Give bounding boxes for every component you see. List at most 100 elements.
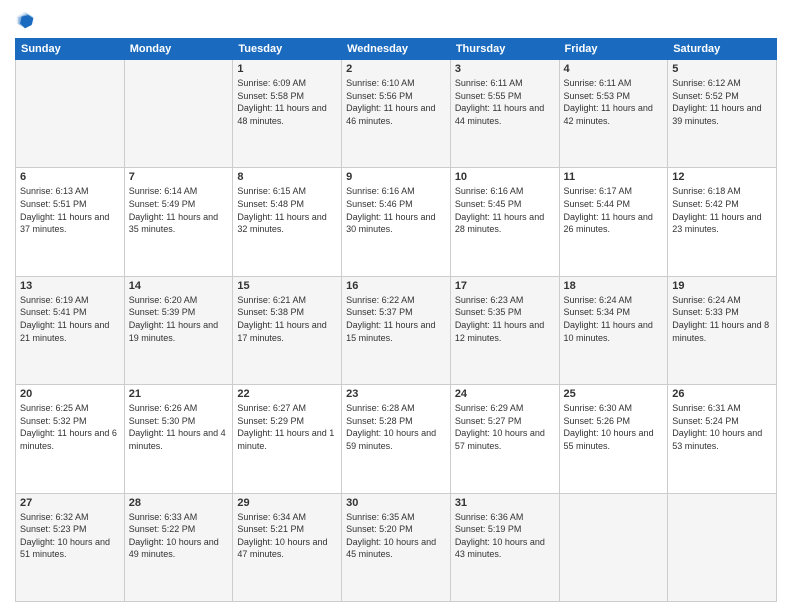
- header-row: SundayMondayTuesdayWednesdayThursdayFrid…: [16, 39, 777, 60]
- page: SundayMondayTuesdayWednesdayThursdayFrid…: [0, 0, 792, 612]
- day-number: 10: [455, 171, 555, 183]
- day-number: 27: [20, 497, 120, 509]
- calendar-cell: 8 Sunrise: 6:15 AM Sunset: 5:48 PM Daylig…: [233, 168, 342, 276]
- day-header-monday: Monday: [124, 39, 233, 60]
- day-number: 9: [346, 171, 446, 183]
- day-number: 14: [129, 280, 229, 292]
- header: [15, 10, 777, 30]
- day-number: 29: [237, 497, 337, 509]
- day-number: 11: [564, 171, 664, 183]
- logo: [15, 10, 39, 30]
- logo-icon: [15, 10, 35, 30]
- day-number: 16: [346, 280, 446, 292]
- calendar-cell: 2Sunrise: 6:10 AM Sunset: 5:56 PM Daylig…: [342, 60, 451, 168]
- cell-info: Sunrise: 6:36 AM Sunset: 5:19 PM Dayligh…: [455, 511, 555, 561]
- cell-info: Sunrise: 6:23 AM Sunset: 5:35 PM Dayligh…: [455, 294, 555, 344]
- day-number: 18: [564, 280, 664, 292]
- day-header-sunday: Sunday: [16, 39, 125, 60]
- calendar-cell: 4Sunrise: 6:11 AM Sunset: 5:53 PM Daylig…: [559, 60, 668, 168]
- day-header-tuesday: Tuesday: [233, 39, 342, 60]
- week-row: 1 Sunrise: 6:09 AM Sunset: 5:58 PM Daylig…: [16, 60, 777, 168]
- calendar-cell: 13 Sunrise: 6:19 AM Sunset: 5:41 PM Dayli…: [16, 276, 125, 384]
- cell-info: Sunrise: 6:19 AM Sunset: 5:41 PM Dayligh…: [20, 294, 120, 344]
- calendar-cell: 9 Sunrise: 6:16 AM Sunset: 5:46 PM Daylig…: [342, 168, 451, 276]
- calendar-cell: 26Sunrise: 6:31 AM Sunset: 5:24 PM Dayli…: [668, 385, 777, 493]
- cell-info: Sunrise: 6:34 AM Sunset: 5:21 PM Dayligh…: [237, 511, 337, 561]
- cell-info: Sunrise: 6:33 AM Sunset: 5:22 PM Dayligh…: [129, 511, 229, 561]
- day-number: 3: [455, 63, 555, 75]
- cell-info: Sunrise: 6:24 AM Sunset: 5:34 PM Dayligh…: [564, 294, 664, 344]
- day-number: 31: [455, 497, 555, 509]
- cell-info: Sunrise: 6:13 AM Sunset: 5:51 PM Dayligh…: [20, 185, 120, 235]
- day-number: 12: [672, 171, 772, 183]
- cell-info: Sunrise: 6:28 AM Sunset: 5:28 PM Dayligh…: [346, 402, 446, 452]
- cell-info: Sunrise: 6:30 AM Sunset: 5:26 PM Dayligh…: [564, 402, 664, 452]
- cell-info: Sunrise: 6:29 AM Sunset: 5:27 PM Dayligh…: [455, 402, 555, 452]
- cell-info: Sunrise: 6:16 AM Sunset: 5:46 PM Dayligh…: [346, 185, 446, 235]
- calendar-cell: 11 Sunrise: 6:17 AM Sunset: 5:44 PM Dayli…: [559, 168, 668, 276]
- day-number: 8: [237, 171, 337, 183]
- calendar-cell: 18 Sunrise: 6:24 AM Sunset: 5:34 PM Dayli…: [559, 276, 668, 384]
- day-number: 19: [672, 280, 772, 292]
- calendar-cell: 15 Sunrise: 6:21 AM Sunset: 5:38 PM Dayli…: [233, 276, 342, 384]
- calendar-cell: [16, 60, 125, 168]
- day-header-thursday: Thursday: [450, 39, 559, 60]
- cell-info: Sunrise: 6:18 AM Sunset: 5:42 PM Dayligh…: [672, 185, 772, 235]
- cell-info: Sunrise: 6:15 AM Sunset: 5:48 PM Dayligh…: [237, 185, 337, 235]
- day-number: 13: [20, 280, 120, 292]
- day-number: 6: [20, 171, 120, 183]
- cell-info: Sunrise: 6:24 AM Sunset: 5:33 PM Dayligh…: [672, 294, 772, 344]
- day-number: 24: [455, 388, 555, 400]
- cell-info: Sunrise: 6:17 AM Sunset: 5:44 PM Dayligh…: [564, 185, 664, 235]
- calendar-cell: [668, 493, 777, 601]
- calendar-cell: 1 Sunrise: 6:09 AM Sunset: 5:58 PM Daylig…: [233, 60, 342, 168]
- calendar-cell: [559, 493, 668, 601]
- cell-info: Sunrise: 6:26 AM Sunset: 5:30 PM Dayligh…: [129, 402, 229, 452]
- calendar-cell: 22 Sunrise: 6:27 AM Sunset: 5:29 PM Dayli…: [233, 385, 342, 493]
- day-number: 20: [20, 388, 120, 400]
- calendar-cell: 6 Sunrise: 6:13 AM Sunset: 5:51 PM Daylig…: [16, 168, 125, 276]
- cell-info: Sunrise: 6:27 AM Sunset: 5:29 PM Dayligh…: [237, 402, 337, 452]
- calendar-cell: 19 Sunrise: 6:24 AM Sunset: 5:33 PM Dayli…: [668, 276, 777, 384]
- calendar-cell: [124, 60, 233, 168]
- day-number: 25: [564, 388, 664, 400]
- cell-info: Sunrise: 6:09 AM Sunset: 5:58 PM Dayligh…: [237, 77, 337, 127]
- day-number: 1: [237, 63, 337, 75]
- cell-info: Sunrise: 6:35 AM Sunset: 5:20 PM Dayligh…: [346, 511, 446, 561]
- day-number: 5: [672, 63, 772, 75]
- calendar-cell: 30 Sunrise: 6:35 AM Sunset: 5:20 PM Dayli…: [342, 493, 451, 601]
- week-row: 6 Sunrise: 6:13 AM Sunset: 5:51 PM Daylig…: [16, 168, 777, 276]
- cell-info: Sunrise: 6:16 AM Sunset: 5:45 PM Dayligh…: [455, 185, 555, 235]
- calendar-cell: 23Sunrise: 6:28 AM Sunset: 5:28 PM Dayli…: [342, 385, 451, 493]
- day-header-wednesday: Wednesday: [342, 39, 451, 60]
- cell-info: Sunrise: 6:20 AM Sunset: 5:39 PM Dayligh…: [129, 294, 229, 344]
- cell-info: Sunrise: 6:25 AM Sunset: 5:32 PM Dayligh…: [20, 402, 120, 452]
- cell-info: Sunrise: 6:10 AM Sunset: 5:56 PM Dayligh…: [346, 77, 446, 127]
- cell-info: Sunrise: 6:11 AM Sunset: 5:53 PM Dayligh…: [564, 77, 664, 127]
- day-number: 7: [129, 171, 229, 183]
- calendar-cell: 31 Sunrise: 6:36 AM Sunset: 5:19 PM Dayli…: [450, 493, 559, 601]
- calendar-cell: 5Sunrise: 6:12 AM Sunset: 5:52 PM Daylig…: [668, 60, 777, 168]
- cell-info: Sunrise: 6:21 AM Sunset: 5:38 PM Dayligh…: [237, 294, 337, 344]
- day-number: 26: [672, 388, 772, 400]
- calendar-cell: 20 Sunrise: 6:25 AM Sunset: 5:32 PM Dayli…: [16, 385, 125, 493]
- calendar-cell: 24 Sunrise: 6:29 AM Sunset: 5:27 PM Dayli…: [450, 385, 559, 493]
- calendar-cell: 25 Sunrise: 6:30 AM Sunset: 5:26 PM Dayli…: [559, 385, 668, 493]
- week-row: 20 Sunrise: 6:25 AM Sunset: 5:32 PM Dayli…: [16, 385, 777, 493]
- calendar-cell: 12 Sunrise: 6:18 AM Sunset: 5:42 PM Dayli…: [668, 168, 777, 276]
- day-header-friday: Friday: [559, 39, 668, 60]
- cell-info: Sunrise: 6:11 AM Sunset: 5:55 PM Dayligh…: [455, 77, 555, 127]
- calendar-cell: 29 Sunrise: 6:34 AM Sunset: 5:21 PM Dayli…: [233, 493, 342, 601]
- calendar-body: 1 Sunrise: 6:09 AM Sunset: 5:58 PM Daylig…: [16, 60, 777, 602]
- day-number: 15: [237, 280, 337, 292]
- calendar-cell: 14 Sunrise: 6:20 AM Sunset: 5:39 PM Dayli…: [124, 276, 233, 384]
- calendar-cell: 16Sunrise: 6:22 AM Sunset: 5:37 PM Dayli…: [342, 276, 451, 384]
- day-number: 22: [237, 388, 337, 400]
- calendar-cell: 28Sunrise: 6:33 AM Sunset: 5:22 PM Dayli…: [124, 493, 233, 601]
- calendar-cell: 27Sunrise: 6:32 AM Sunset: 5:23 PM Dayli…: [16, 493, 125, 601]
- day-number: 30: [346, 497, 446, 509]
- day-number: 17: [455, 280, 555, 292]
- calendar-cell: 17 Sunrise: 6:23 AM Sunset: 5:35 PM Dayli…: [450, 276, 559, 384]
- cell-info: Sunrise: 6:14 AM Sunset: 5:49 PM Dayligh…: [129, 185, 229, 235]
- calendar-cell: 3 Sunrise: 6:11 AM Sunset: 5:55 PM Daylig…: [450, 60, 559, 168]
